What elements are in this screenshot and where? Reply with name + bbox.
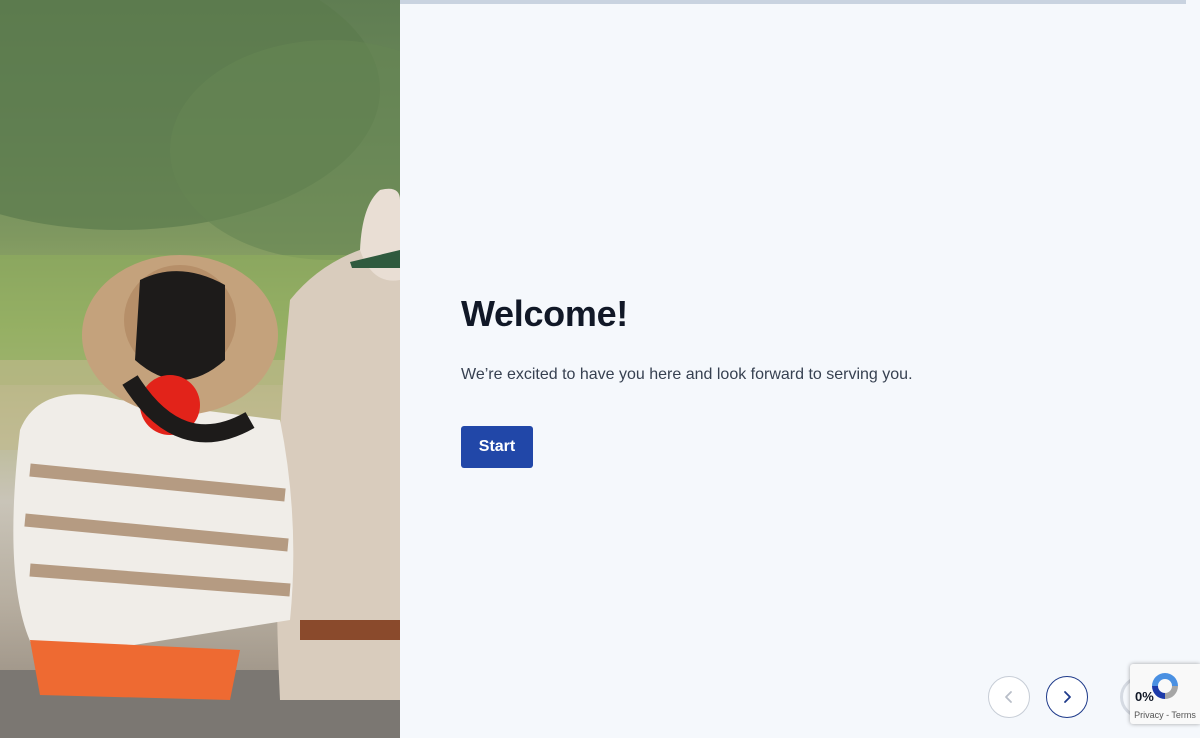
welcome-section: Welcome! We’re excited to have you here … [461, 292, 1101, 468]
couple-photo [0, 0, 400, 738]
previous-button[interactable] [988, 676, 1030, 718]
chevron-left-icon [1005, 691, 1012, 703]
chevron-right-icon [1064, 691, 1071, 703]
next-button[interactable] [1046, 676, 1088, 718]
progress-percentage: 0% [1135, 689, 1154, 704]
start-button[interactable]: Start [461, 426, 533, 468]
recaptcha-links[interactable]: Privacy - Terms [1130, 710, 1200, 720]
page-title: Welcome! [461, 293, 628, 334]
hero-image [0, 0, 400, 738]
welcome-subtitle: We’re excited to have you here and look … [461, 366, 913, 383]
